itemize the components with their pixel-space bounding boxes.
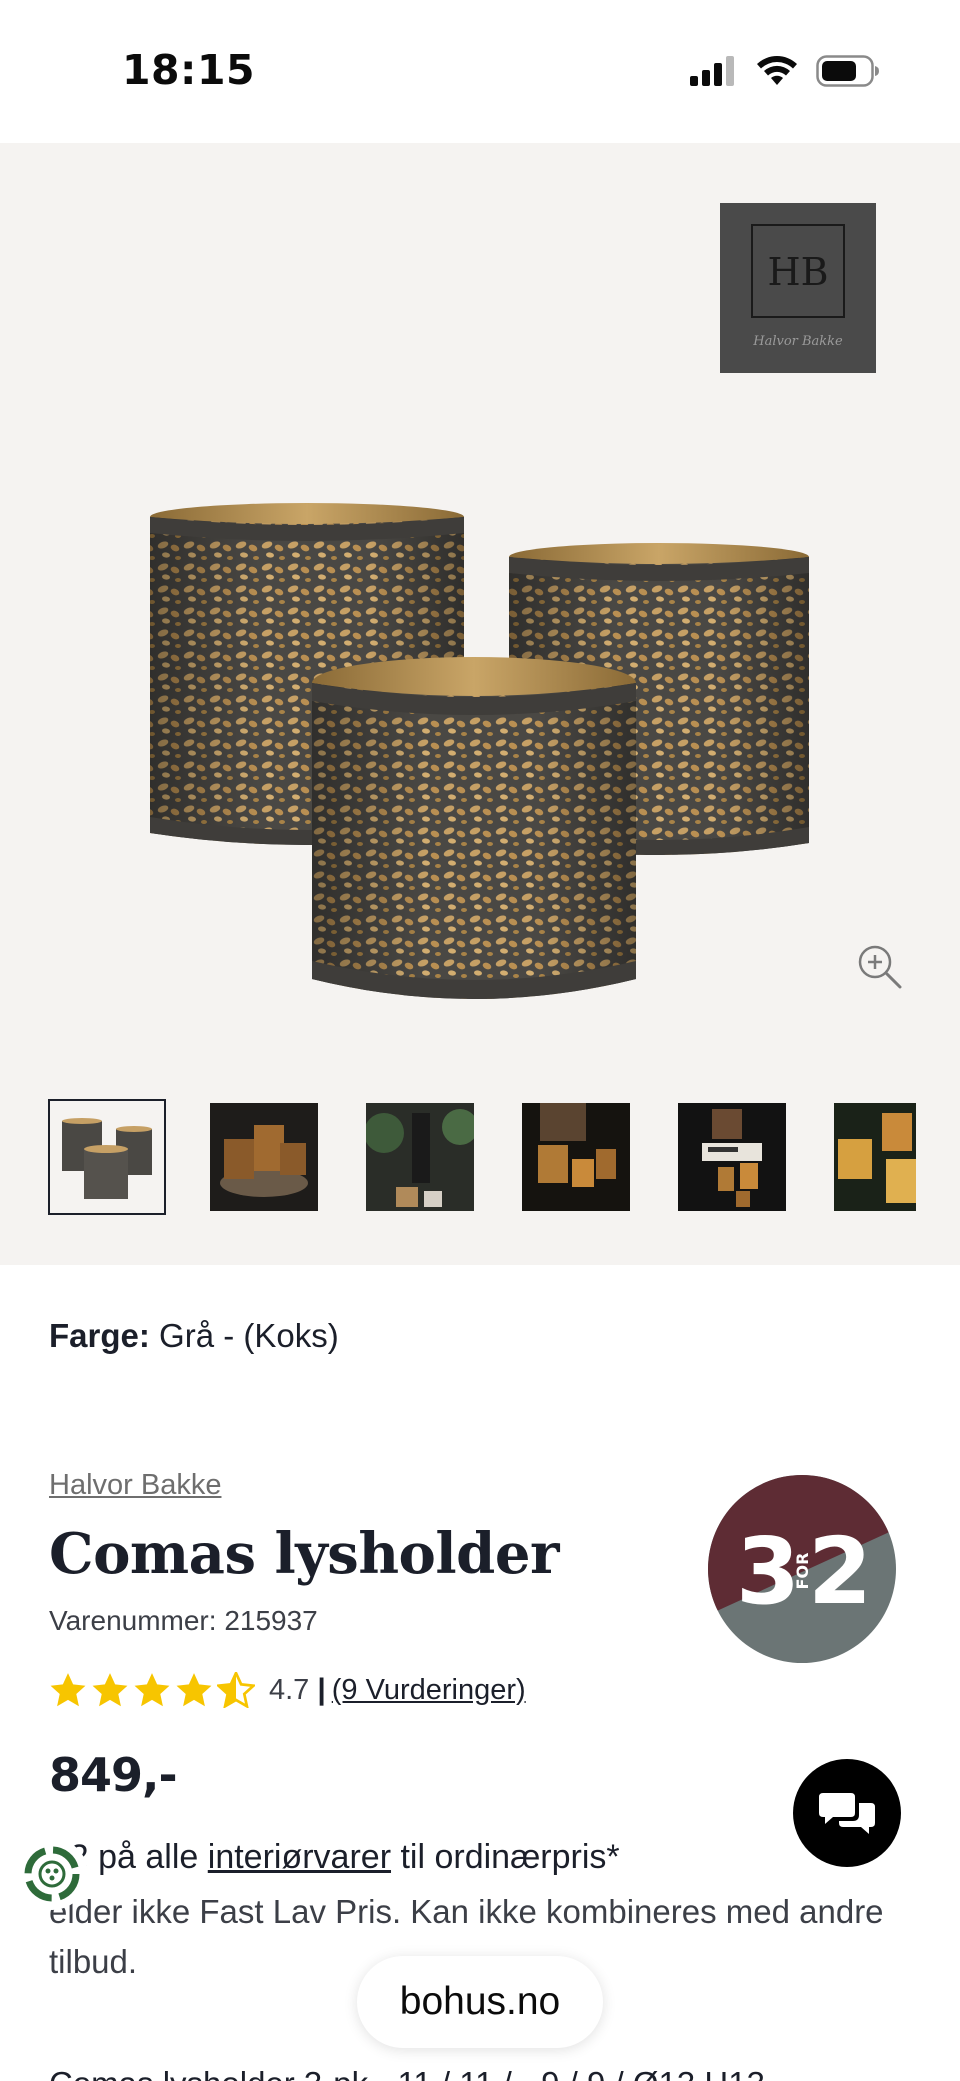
rating-separator: | bbox=[317, 1673, 326, 1706]
star-half-icon bbox=[217, 1672, 255, 1708]
status-time: 18:15 bbox=[122, 46, 256, 94]
zoom-in-icon[interactable] bbox=[856, 943, 904, 991]
star-icon bbox=[176, 1673, 212, 1707]
chat-button[interactable] bbox=[793, 1759, 901, 1867]
thumbnail-5[interactable] bbox=[678, 1103, 786, 1211]
color-value: Grå - (Koks) bbox=[159, 1317, 339, 1354]
product-sku: Varenummer: 215937 bbox=[49, 1605, 318, 1636]
wifi-icon bbox=[757, 56, 797, 85]
cellular-signal-icon bbox=[690, 56, 734, 86]
thumbnail-2[interactable] bbox=[210, 1103, 318, 1211]
thumbnail-3[interactable] bbox=[366, 1103, 474, 1211]
product-rating: 4.7 | (9 Vurderinger) bbox=[49, 1668, 526, 1712]
thumbnail-6[interactable] bbox=[834, 1103, 916, 1211]
status-icons bbox=[690, 50, 880, 92]
rating-value: 4.7 bbox=[269, 1673, 310, 1706]
product-title: Comas lysholder bbox=[49, 1521, 559, 1587]
color-selector[interactable]: Farge: Grå - (Koks) bbox=[49, 1317, 339, 1355]
brand-logo-signature: Halvor Bakke bbox=[752, 334, 843, 349]
product-description-partial: Comas lysholder 3-pk · 11 / 11 / · 9 / 9… bbox=[49, 2065, 765, 2081]
promo-badge-3-for-2: 3 FOR 2 bbox=[708, 1475, 896, 1663]
brand-link[interactable]: Halvor Bakke bbox=[49, 1469, 221, 1502]
brand-logo-monogram: HB bbox=[767, 250, 828, 294]
product-gallery: HB Halvor Bakke bbox=[0, 143, 960, 1265]
promo-headline: r 2 på alle interiørvarer til ordinærpri… bbox=[49, 1838, 620, 1877]
status-bar: 18:15 bbox=[0, 0, 960, 143]
promo-text-b: til ordinærpris* bbox=[391, 1838, 620, 1876]
interior-link[interactable]: interiørvarer bbox=[208, 1838, 391, 1876]
color-label: Farge: bbox=[49, 1317, 150, 1354]
thumbnail-strip bbox=[48, 1099, 916, 1219]
browser-url-bar[interactable]: bohus.no bbox=[357, 1956, 603, 2048]
thumbnail-4[interactable] bbox=[522, 1103, 630, 1211]
promo-badge-left-number: 3 bbox=[736, 1518, 800, 1625]
star-icon bbox=[50, 1673, 86, 1707]
star-icon bbox=[134, 1673, 170, 1707]
reviews-link[interactable]: (9 Vurderinger) bbox=[332, 1674, 526, 1707]
rating-stars bbox=[49, 1672, 255, 1708]
product-price: 849,- bbox=[49, 1748, 178, 1802]
thumbnail-1[interactable] bbox=[48, 1099, 166, 1215]
brand-logo: HB Halvor Bakke bbox=[720, 203, 876, 373]
recycle-icon[interactable] bbox=[16, 1838, 88, 1910]
chat-bubbles-icon bbox=[819, 1793, 875, 1834]
battery-icon bbox=[816, 55, 879, 87]
promo-badge-right-number: 2 bbox=[808, 1518, 872, 1625]
star-icon bbox=[92, 1673, 128, 1707]
